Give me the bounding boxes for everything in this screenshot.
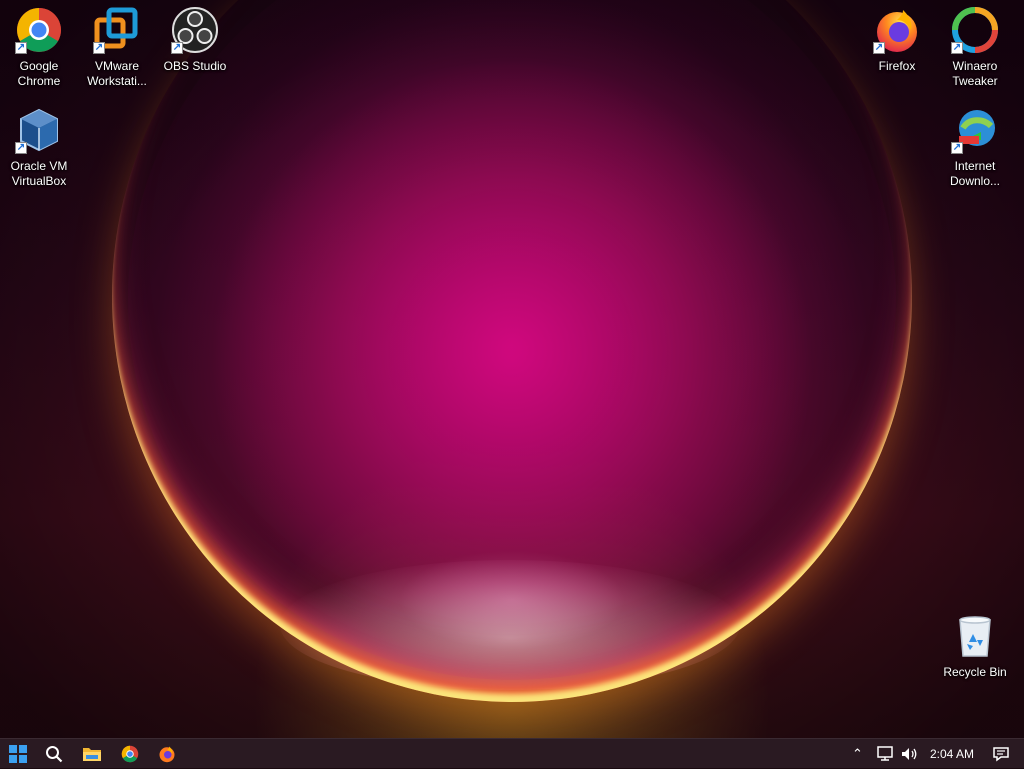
- internet-download-manager-icon: ↗: [951, 106, 999, 154]
- virtualbox-icon: ↗: [15, 106, 63, 154]
- clock[interactable]: 2:04 AM: [930, 739, 974, 769]
- network-button[interactable]: [876, 739, 894, 769]
- volume-button[interactable]: [900, 739, 918, 769]
- chrome-icon: [121, 745, 139, 763]
- shortcut-arrow-icon: ↗: [951, 142, 963, 154]
- taskbar: ⌃ 2:04 AM: [0, 738, 1024, 768]
- search-button[interactable]: [41, 742, 67, 766]
- notification-center-button[interactable]: [992, 739, 1010, 769]
- desktop-icon-label: Google Chrome: [17, 59, 61, 88]
- vmware-icon: ↗: [93, 6, 141, 54]
- firefox-icon: ↗: [873, 6, 921, 54]
- desktop-icon-label: OBS Studio: [163, 59, 227, 73]
- notification-icon: [993, 747, 1009, 762]
- recycle-bin-icon: [951, 612, 999, 660]
- folder-icon: [83, 748, 101, 761]
- speaker-icon: [902, 748, 917, 760]
- winaero-tweaker-icon: ↗: [951, 6, 999, 54]
- network-icon: [877, 746, 893, 761]
- desktop-icon-firefox[interactable]: ↗ Firefox: [860, 2, 934, 74]
- shortcut-arrow-icon: ↗: [171, 42, 183, 54]
- tray-overflow-button[interactable]: ⌃: [852, 739, 863, 769]
- start-button[interactable]: [5, 742, 31, 766]
- desktop-icon-label: Internet Downlo...: [949, 159, 1001, 188]
- desktop-icon-label: Oracle VM VirtualBox: [10, 159, 68, 188]
- desktop[interactable]: ↗ Google Chrome ↗ VMware Workstati... ↗ …: [0, 0, 1024, 738]
- desktop-icon-recycle-bin[interactable]: Recycle Bin: [938, 608, 1012, 680]
- desktop-icon-label: Recycle Bin: [943, 665, 1007, 679]
- desktop-icon-label: Winaero Tweaker: [952, 59, 998, 88]
- desktop-icon-obs-studio[interactable]: ↗ OBS Studio: [158, 2, 232, 74]
- desktop-icon-oracle-vm-virtualbox[interactable]: ↗ Oracle VM VirtualBox: [2, 102, 76, 189]
- taskbar-file-explorer[interactable]: [79, 742, 105, 766]
- desktop-icon-label: Firefox: [878, 59, 916, 73]
- desktop-icon-vmware-workstation[interactable]: ↗ VMware Workstati...: [80, 2, 154, 89]
- chevron-up-icon: ⌃: [852, 746, 863, 761]
- clock-time: 2:04 AM: [930, 747, 975, 761]
- shortcut-arrow-icon: ↗: [15, 42, 27, 54]
- windows-logo-icon: [9, 745, 27, 763]
- shortcut-arrow-icon: ↗: [93, 42, 105, 54]
- desktop-icon-internet-download-manager[interactable]: ↗ Internet Downlo...: [938, 102, 1012, 189]
- desktop-icon-label: VMware Workstati...: [87, 59, 147, 88]
- desktop-icon-winaero-tweaker[interactable]: ↗ Winaero Tweaker: [938, 2, 1012, 89]
- desktop-icon-google-chrome[interactable]: ↗ Google Chrome: [2, 2, 76, 89]
- shortcut-arrow-icon: ↗: [951, 42, 963, 54]
- firefox-icon: [159, 746, 175, 763]
- shortcut-arrow-icon: ↗: [15, 142, 27, 154]
- obs-icon: ↗: [171, 6, 219, 54]
- chrome-icon: ↗: [15, 6, 63, 54]
- wallpaper-vignette: [0, 0, 1024, 738]
- taskbar-chrome[interactable]: [117, 742, 143, 766]
- search-icon: [46, 746, 63, 763]
- taskbar-firefox[interactable]: [154, 742, 180, 766]
- shortcut-arrow-icon: ↗: [873, 42, 885, 54]
